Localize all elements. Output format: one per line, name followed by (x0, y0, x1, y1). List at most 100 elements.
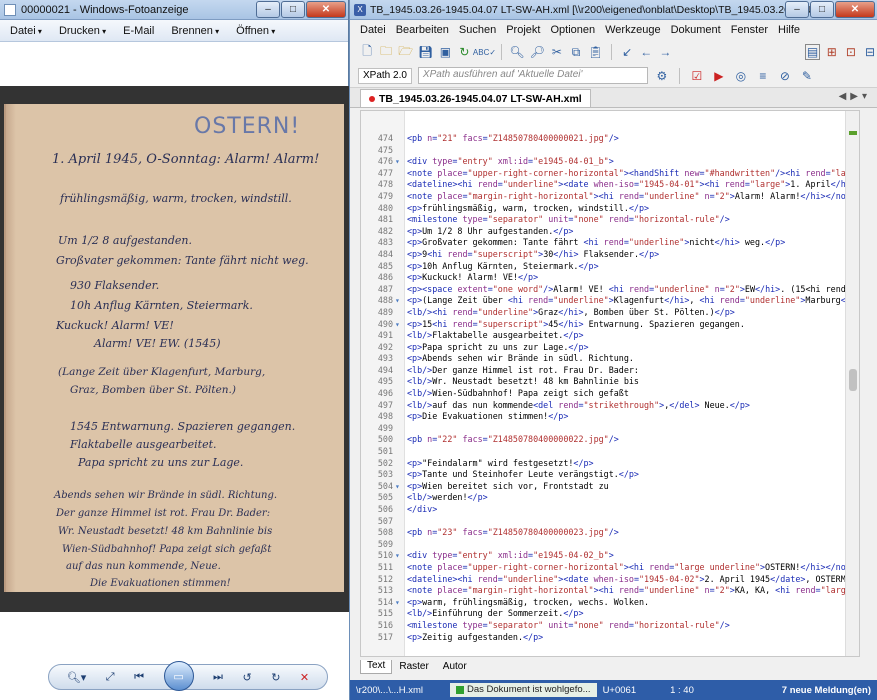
code-line[interactable]: 514 ▾ <p>warm, frühlingsmäßig, trocken, we… (361, 597, 859, 609)
paste-icon[interactable]: 📋︎ (588, 44, 603, 60)
code-line[interactable]: 498 <p>Die Evakuationen stimmen!</p> (361, 411, 859, 423)
next-icon[interactable]: ⏭ (213, 671, 223, 684)
editor-maximize-button[interactable]: □ (810, 1, 834, 18)
menu-item[interactable]: Hilfe (778, 24, 800, 36)
editor-close-button[interactable]: ✕ (835, 1, 875, 18)
code-line[interactable]: 509 (361, 539, 859, 551)
code-editor[interactable]: 474 <pb n="21" facs="Z14850780400000021.j… (360, 110, 860, 657)
code-line[interactable]: 497 <lb/>auf das nun kommende<del rend="s… (361, 400, 859, 412)
cut-icon[interactable]: ✂ (550, 44, 564, 60)
fold-toggle-icon[interactable]: ▾ (395, 550, 404, 562)
code-line[interactable]: 494 <lb/>Der ganze Himmel ist rot. Frau D… (361, 365, 859, 377)
code-line[interactable]: 517 <p>Zeitig aufgestanden.</p> (361, 632, 859, 644)
validation-status[interactable]: Das Dokument ist wohlgefo... (450, 683, 597, 697)
fold-toggle-icon[interactable]: ▾ (395, 295, 404, 307)
code-line[interactable]: 503 <p>Tante und Steinhofer Leute verängs… (361, 469, 859, 481)
fold-toggle-icon[interactable]: ▾ (395, 481, 404, 493)
code-line[interactable]: 478 <dateline><hi rend="underline"><date … (361, 179, 859, 191)
menu-item[interactable]: Fenster (731, 24, 768, 36)
code-line[interactable]: 504 ▾ <p>Wien bereitet sich vor, Frontstad… (361, 481, 859, 493)
fold-toggle-icon[interactable]: ▾ (395, 597, 404, 609)
save-icon[interactable]: 💾︎ (418, 44, 433, 60)
validate-icon[interactable]: ☑ (689, 68, 705, 84)
menu-email[interactable]: E-Mail (123, 25, 154, 37)
code-line[interactable]: 480 <p>frühlingsmäßig, warm, trocken, win… (361, 203, 859, 215)
code-line[interactable]: 502 <p>"Feindalarm" wird festgesetzt!</p> (361, 458, 859, 470)
tab-raster[interactable]: Raster (392, 660, 435, 674)
code-line[interactable]: 483 <p>Großvater gekommen: Tante fährt <h… (361, 237, 859, 249)
find-icon[interactable]: 🔍︎ (509, 44, 524, 60)
code-line[interactable]: 484 <p>9<hi rend="superscript">30</hi> Fl… (361, 249, 859, 261)
fold-toggle-icon[interactable]: ▾ (395, 319, 404, 331)
minimize-button[interactable]: – (256, 1, 280, 18)
editor-minimize-button[interactable]: – (785, 1, 809, 18)
code-line[interactable]: 508 <pb n="23" facs="Z14850780400000023.j… (361, 527, 859, 539)
last-edit-icon[interactable]: ↙ (620, 44, 634, 60)
code-line[interactable]: 515 <lb/>Einführung der Sommerzeit.</p> (361, 608, 859, 620)
editor-titlebar[interactable]: X TB_1945.03.26-1945.04.07 LT-SW-AH.xml … (350, 0, 877, 20)
previous-icon[interactable]: ⏮ (134, 671, 144, 684)
open-folder-icon[interactable]: 🗀 (379, 44, 393, 60)
code-line[interactable]: 493 <p>Abends sehen wir Brände in südl. R… (361, 353, 859, 365)
menu-drucken[interactable]: Drucken (59, 25, 106, 37)
menu-item[interactable]: Optionen (550, 24, 595, 36)
code-line[interactable]: 506 </div> (361, 504, 859, 516)
delete-icon[interactable]: ✕ (300, 671, 309, 684)
code-line[interactable]: 492 <p>Papa spricht zu uns zur Lage.</p> (361, 342, 859, 354)
code-line[interactable]: 513 <note place="margin-right-horizontal"… (361, 585, 859, 597)
menu-item[interactable]: Dokument (671, 24, 721, 36)
rotate-left-icon[interactable]: ↺ (242, 671, 251, 684)
scrollbar-thumb[interactable] (849, 369, 857, 391)
code-line[interactable]: 500 <pb n="22" facs="Z14850780400000022.j… (361, 434, 859, 446)
code-line[interactable]: 511 <note place="upper-right-corner-horiz… (361, 562, 859, 574)
debug-icon[interactable]: ◎ (733, 68, 749, 84)
menu-item[interactable]: Suchen (459, 24, 496, 36)
fit-icon[interactable]: ⤢ (106, 671, 115, 684)
format-indent-icon[interactable]: ≡ (755, 68, 771, 84)
run-transform-icon[interactable]: ▶ (711, 68, 727, 84)
code-line[interactable]: 487 <p><space extent="one word"/>Alarm! V… (361, 284, 859, 296)
tag-icon[interactable]: ✎ (799, 68, 815, 84)
menu-item[interactable]: Bearbeiten (396, 24, 449, 36)
menu-oeffnen[interactable]: Öffnen (236, 25, 275, 37)
xpath-input[interactable]: XPath ausführen auf 'Aktuelle Datei' (417, 67, 648, 84)
comment-icon[interactable]: ⊘ (777, 68, 793, 84)
xpath-version-select[interactable]: XPath 2.0 (358, 67, 412, 84)
photo-viewer-titlebar[interactable]: 00000021 - Windows-Fotoanzeige – □ ✕ (0, 0, 348, 20)
zoom-icon[interactable]: 🔍︎▾ (67, 671, 87, 684)
code-line[interactable]: 488 ▾ <p>(Lange Zeit über <hi rend="underl… (361, 295, 859, 307)
code-line[interactable]: 474 <pb n="21" facs="Z14850780400000021.j… (361, 133, 859, 145)
close-button[interactable]: ✕ (306, 1, 346, 18)
tab-text[interactable]: Text (360, 660, 393, 674)
code-line[interactable]: 475 (361, 145, 859, 157)
menu-datei[interactable]: Datei (10, 25, 42, 37)
code-line[interactable]: 486 <p>Kuckuck! Alarm! VE!</p> (361, 272, 859, 284)
code-line[interactable]: 499 (361, 423, 859, 435)
perspective-xslt-icon[interactable]: ⊡ (844, 44, 858, 60)
code-line[interactable]: 496 <lb/>Wien-Südbahnhof! Papa zeigt sich… (361, 388, 859, 400)
code-line[interactable]: 479 <note place="margin-right-horizontal"… (361, 191, 859, 203)
rotate-right-icon[interactable]: ↻ (271, 671, 280, 684)
code-line[interactable]: 512 <dateline><hi rend="underline"><date … (361, 574, 859, 586)
slideshow-button[interactable]: ▭ (163, 661, 194, 691)
code-line[interactable]: 495 <lb/>Wr. Neustadt besetzt! 48 km Bahn… (361, 376, 859, 388)
menu-item[interactable]: Werkzeuge (605, 24, 660, 36)
status-messages[interactable]: 7 neue Meldung(en) (776, 685, 877, 696)
code-line[interactable]: 505 <lb/>werden!</p> (361, 492, 859, 504)
spellcheck-icon[interactable]: ABC✓ (473, 44, 496, 60)
code-line[interactable]: 510 ▾ <div type="entry" xml:id="e1945-04-0… (361, 550, 859, 562)
tab-navigation-icon[interactable]: ◀▶▾ (839, 91, 871, 102)
copy-icon[interactable]: ⧉ (569, 44, 583, 60)
tab-autor[interactable]: Autor (436, 660, 474, 674)
perspective-xml-icon[interactable]: ⊞ (825, 44, 839, 60)
code-line[interactable]: 501 (361, 446, 859, 458)
menu-item[interactable]: Datei (360, 24, 386, 36)
layout-icon[interactable]: ▤ (805, 44, 820, 60)
code-line[interactable]: 516 <milestone type="separator" unit="non… (361, 620, 859, 632)
menu-item[interactable]: Projekt (506, 24, 540, 36)
code-line[interactable]: 482 <p>Um 1/2 8 Uhr aufgestanden.</p> (361, 226, 859, 238)
code-line[interactable]: 477 <note place="upper-right-corner-horiz… (361, 168, 859, 180)
new-file-icon[interactable]: 🗋 (360, 44, 374, 60)
code-line[interactable]: 476 ▾ <div type="entry" xml:id="e1945-04-0… (361, 156, 859, 168)
vertical-scrollbar[interactable] (845, 111, 859, 656)
